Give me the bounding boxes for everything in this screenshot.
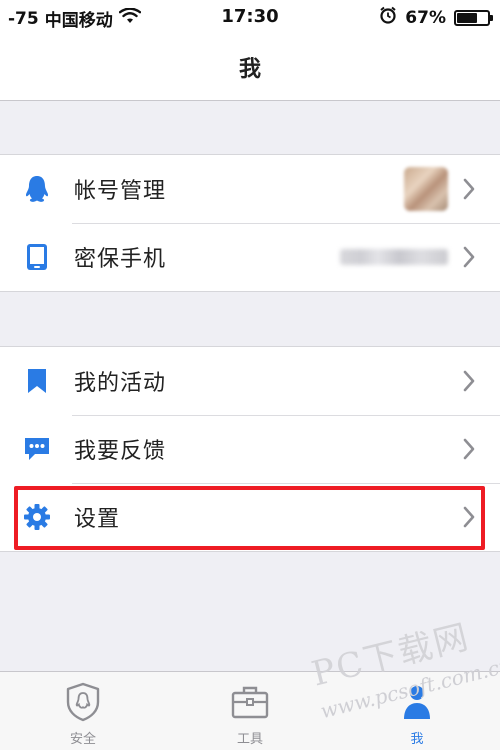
tab-tools[interactable]: 工具 xyxy=(167,672,333,750)
page-title: 我 xyxy=(238,57,261,82)
settings-highlight-box xyxy=(14,486,485,550)
battery-icon xyxy=(454,9,493,26)
chevron-right-icon xyxy=(463,178,475,200)
menu-item-feedback[interactable]: 我要反馈 xyxy=(0,415,500,483)
alarm-icon xyxy=(379,6,397,29)
tab-label: 工具 xyxy=(236,732,263,747)
battery-percent: 67% xyxy=(405,7,446,28)
shield-penguin-icon xyxy=(63,682,103,722)
chat-bubble-icon xyxy=(22,434,52,464)
menu-item-label: 我的活动 xyxy=(74,371,167,396)
nav-bar: 我 xyxy=(0,34,500,101)
menu-item-label: 我要反馈 xyxy=(74,439,167,464)
status-right: 67% xyxy=(379,6,493,29)
account-section: 帐号管理 密保手机 xyxy=(0,154,500,292)
battery-level xyxy=(457,12,477,23)
chevron-right-icon xyxy=(463,246,475,268)
menu-item-account-management[interactable]: 帐号管理 xyxy=(0,155,500,223)
tab-security[interactable]: 安全 xyxy=(0,672,166,750)
bookmark-icon xyxy=(22,366,52,396)
chevron-right-icon xyxy=(463,370,475,392)
toolbox-icon xyxy=(230,682,270,722)
chevron-right-icon xyxy=(463,438,475,460)
phone-icon xyxy=(22,242,52,272)
person-icon xyxy=(397,682,437,722)
avatar xyxy=(404,167,448,211)
tab-label: 安全 xyxy=(69,732,96,747)
menu-item-label: 密保手机 xyxy=(74,247,167,272)
masked-phone-number xyxy=(340,249,448,265)
tab-label: 我 xyxy=(410,732,424,747)
menu-item-my-activities[interactable]: 我的活动 xyxy=(0,347,500,415)
menu-item-security-phone[interactable]: 密保手机 xyxy=(0,223,500,291)
menu-item-label: 帐号管理 xyxy=(74,179,167,204)
tab-me[interactable]: 我 xyxy=(334,672,500,750)
qq-penguin-icon xyxy=(22,174,52,204)
status-bar: -75 中国移动 17:30 67% xyxy=(0,0,500,34)
tab-bar: 安全 工具 我 xyxy=(0,671,500,750)
